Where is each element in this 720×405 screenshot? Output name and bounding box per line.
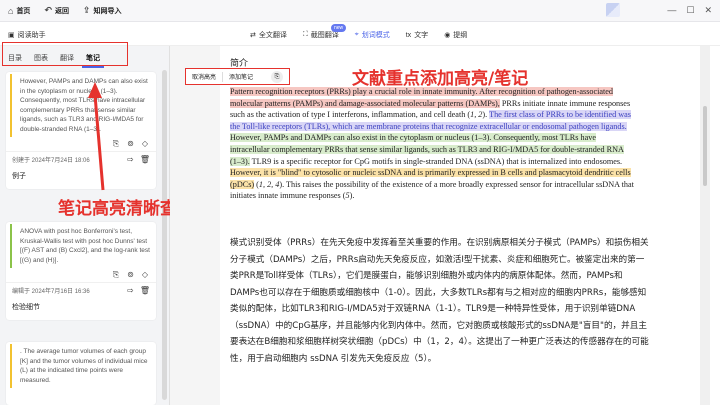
section-title: 简介 [230, 58, 249, 68]
copy-icon[interactable]: ⎘ [271, 71, 283, 83]
highlight-popup: 取消高亮 添加笔记 ⎘ [185, 68, 290, 85]
text-segment: TLR9 is a specific receptor for CpG moti… [249, 156, 623, 166]
left-arrow-head [88, 82, 102, 98]
reference-number: 1, 2 [470, 110, 483, 120]
text-segment: ). [349, 191, 355, 201]
document-scrollbar[interactable] [700, 46, 710, 405]
reference-number: 1, 2, 4 [258, 179, 280, 189]
scroll-thumb[interactable] [703, 106, 707, 186]
english-paragraph[interactable]: Pattern recognition receptors (PRRs) pla… [230, 86, 635, 202]
add-note-button[interactable]: 添加笔记 [223, 72, 259, 81]
left-arrow-line [93, 94, 105, 191]
text-segment: ). This raises the possibility of the ex… [230, 179, 634, 201]
chinese-paragraph[interactable]: 模式识别受体（PRRs）在先天免疫中发挥着至关重要的作用。在识别病原相关分子模式… [230, 235, 650, 367]
cancel-highlight-button[interactable]: 取消高亮 [186, 72, 222, 81]
